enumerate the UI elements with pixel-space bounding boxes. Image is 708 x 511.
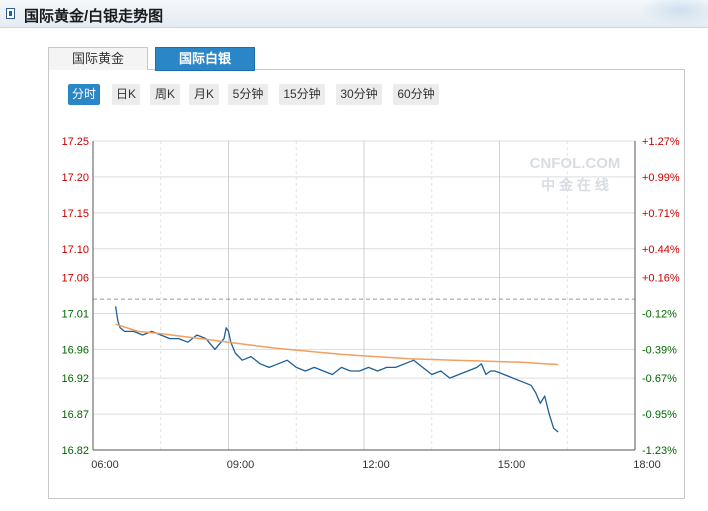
right-tick-label: +0.71% [642,208,680,220]
y-tick-label: 17.15 [61,208,89,220]
x-tick-label: 15:00 [498,459,526,471]
y-tick-label: 17.25 [61,136,89,148]
y-tick-label: 17.10 [61,244,89,256]
x-tick-label: 12:00 [362,459,390,471]
right-tick-label: +0.44% [642,244,680,256]
average-price-line [115,323,559,366]
x-tick-label: 06:00 [91,459,119,471]
y-tick-label: 16.87 [61,409,89,421]
y-tick-label: 16.82 [61,445,89,457]
x-tick-label: 09:00 [227,459,255,471]
watermark-logo: CNFOL.COM [530,155,621,172]
y-tick-label: 17.20 [61,172,89,184]
watermark-text: 中 金 在 线 [541,177,609,193]
right-tick-label: -0.95% [642,409,677,421]
y-tick-label: 17.06 [61,273,89,285]
x-tick-label: 18:00 [633,459,661,471]
y-tick-label: 17.01 [61,308,89,320]
right-tick-label: -0.67% [642,373,677,385]
right-tick-label: +0.16% [642,273,680,285]
silver-intraday-chart: CNFOL.COM 中 金 在 线 17.25 +1.27% 17.20 +0.99%… [61,136,680,471]
price-line [114,306,559,433]
y-tick-label: 16.92 [61,373,89,385]
right-tick-label: -0.12% [642,308,677,320]
right-tick-label: +0.99% [642,172,680,184]
right-tick-label: -1.23% [642,445,677,457]
right-tick-label: -0.39% [642,344,677,356]
y-tick-label: 16.96 [61,344,89,356]
right-tick-label: +1.27% [642,136,680,148]
